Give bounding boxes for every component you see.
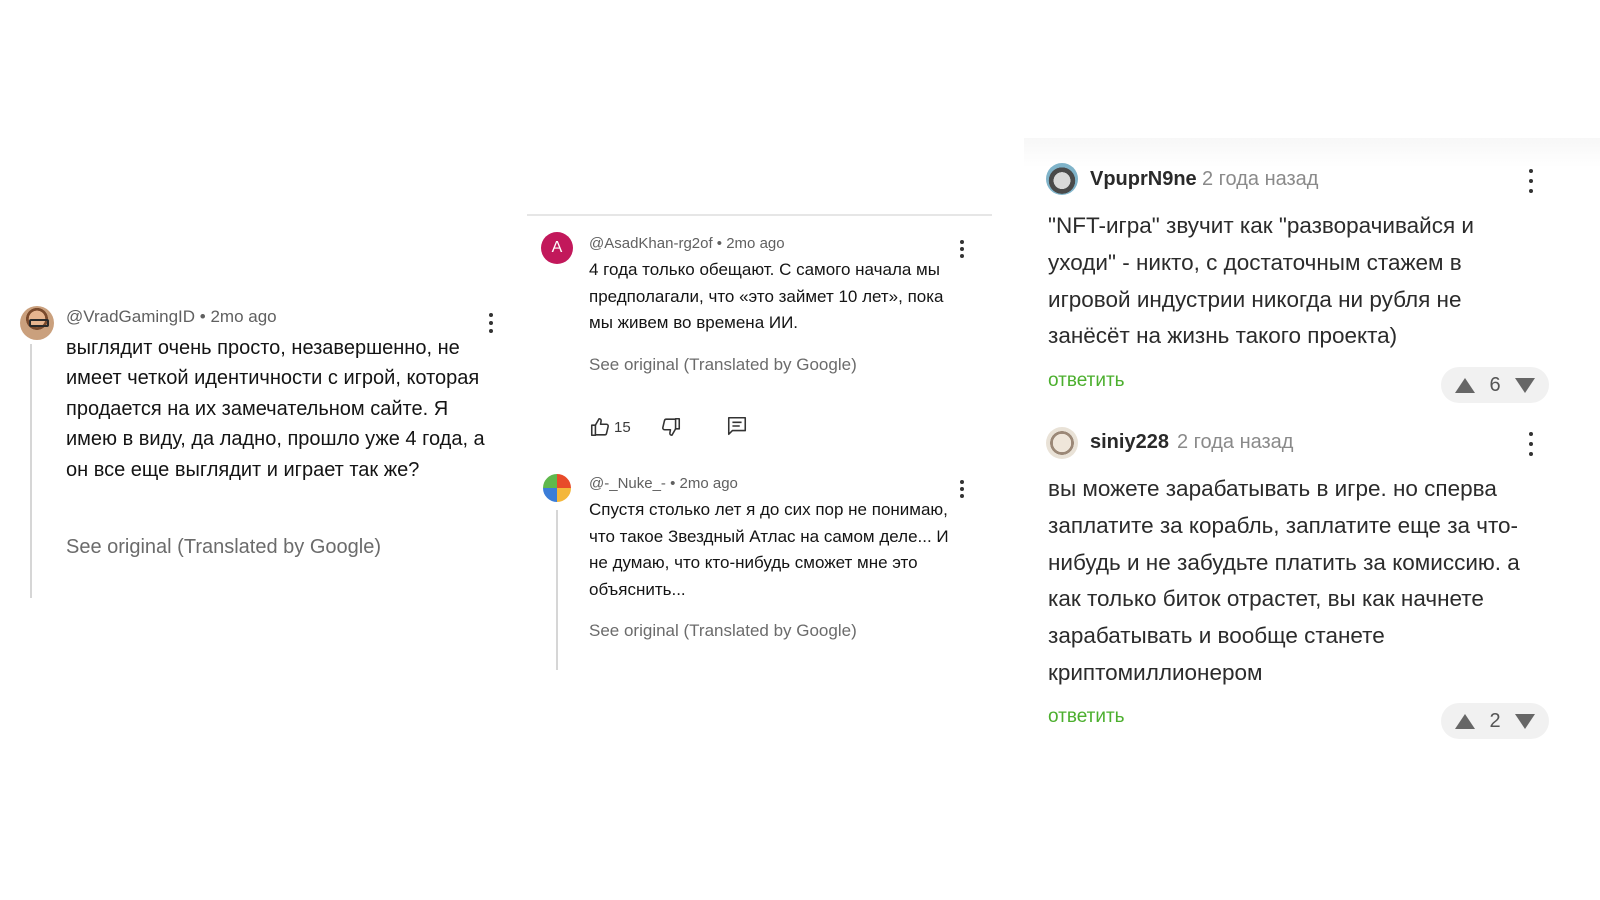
comment-text: Спустя столько лет я до сих пор не поним… (589, 500, 949, 599)
see-original-link[interactable]: See original (Translated by Google) (589, 355, 857, 375)
author-name[interactable]: VpuprN9ne (1090, 168, 1197, 191)
vote-control: 6 (1441, 367, 1549, 403)
see-original-link[interactable]: See original (Translated by Google) (589, 621, 857, 641)
avatar[interactable] (1046, 163, 1078, 195)
thumbs-down-icon[interactable] (660, 416, 682, 438)
vote-score: 6 (1489, 373, 1501, 396)
comment-text: "NFT-игра" звучит как "разворачивайся и … (1048, 213, 1474, 349)
comment-meta: @VradGamingID • 2mo ago (66, 307, 277, 326)
reply-link[interactable]: ответить (1048, 370, 1125, 392)
avatar[interactable]: A (541, 232, 573, 264)
thumbs-up-icon[interactable] (589, 416, 611, 438)
avatar[interactable] (20, 306, 54, 340)
comment-meta: @-_Nuke_- • 2mo ago (589, 475, 738, 492)
comment-text: выглядит очень просто, незавершенно, не … (66, 337, 485, 481)
avatar[interactable] (1046, 427, 1078, 459)
comment-text: вы можете зарабатывать в игре. но сперва… (1048, 476, 1520, 685)
downvote-icon[interactable] (1515, 377, 1535, 393)
vote-score: 2 (1489, 709, 1501, 732)
downvote-icon[interactable] (1515, 713, 1535, 729)
thread-line (556, 510, 558, 670)
avatar[interactable] (541, 472, 573, 504)
reply-link[interactable]: ответить (1048, 706, 1125, 728)
reply-icon[interactable] (726, 415, 748, 437)
comment-meta: @AsadKhan-rg2of • 2mo ago (589, 235, 785, 252)
more-options-icon[interactable] (1521, 430, 1541, 458)
comment-text: 4 года только обещают. С самого начала м… (589, 260, 944, 332)
vote-control: 2 (1441, 703, 1549, 739)
thread-line (30, 344, 32, 598)
comment-time: 2 года назад (1177, 431, 1294, 453)
divider (527, 214, 992, 216)
like-count: 15 (614, 419, 631, 436)
more-options-icon[interactable] (481, 311, 501, 335)
upvote-icon[interactable] (1455, 377, 1475, 393)
comment-time: 2 года назад (1202, 168, 1319, 190)
more-options-icon[interactable] (1521, 167, 1541, 195)
upvote-icon[interactable] (1455, 713, 1475, 729)
see-original-link[interactable]: See original (Translated by Google) (66, 536, 381, 559)
author-name[interactable]: siniy228 (1090, 431, 1169, 454)
